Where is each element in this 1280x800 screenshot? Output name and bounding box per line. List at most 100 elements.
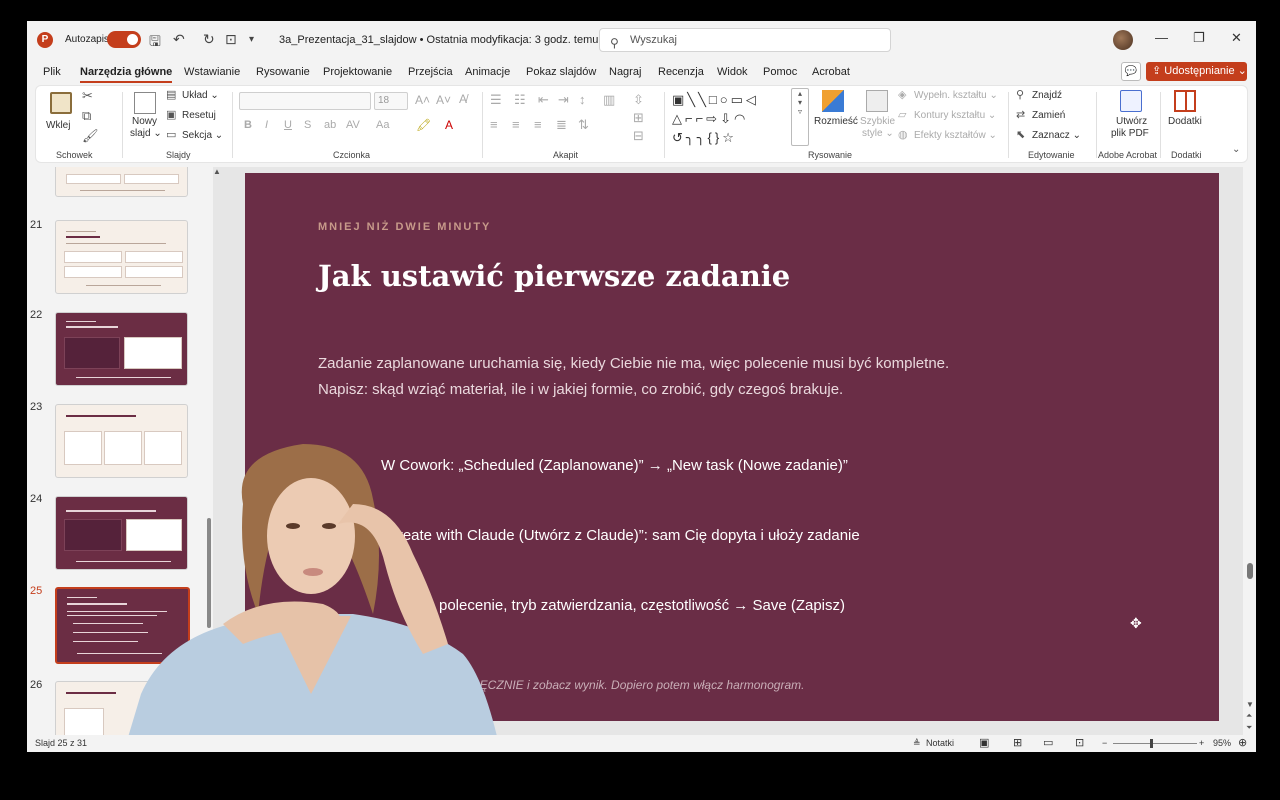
justify-icon[interactable]: ≣ — [556, 117, 567, 133]
font-size-dropdown[interactable]: 18 — [374, 92, 408, 110]
present-icon[interactable]: ⊡ — [225, 31, 237, 48]
align-center-icon[interactable]: ≡ — [512, 117, 520, 132]
char-spacing-icon[interactable]: AV — [346, 119, 360, 131]
new-slide-button[interactable]: Nowy — [132, 116, 157, 127]
tab-przejscia[interactable]: Przejścia — [408, 66, 453, 78]
find-button[interactable]: Znajdź — [1032, 90, 1062, 101]
font-name-dropdown[interactable] — [239, 92, 371, 110]
shadow-icon[interactable]: ab — [324, 119, 336, 131]
tab-narzedzia-glowne[interactable]: Narzędzia główne — [80, 66, 173, 83]
zoom-in-icon[interactable]: + — [1199, 738, 1204, 748]
convert-smartart-icon[interactable]: ⊟ — [633, 128, 644, 144]
close-icon[interactable]: ✕ — [1231, 30, 1242, 46]
underline-icon[interactable]: U — [284, 119, 292, 131]
zoom-slider-thumb[interactable] — [1150, 739, 1153, 748]
increase-font-icon[interactable]: A˄ — [415, 93, 430, 107]
scrollbar-thumb[interactable] — [1247, 563, 1253, 579]
zoom-out-icon[interactable]: − — [1102, 738, 1107, 748]
paste-button[interactable]: Wklej — [46, 120, 70, 131]
format-painter-icon[interactable]: 🖌 — [82, 128, 99, 144]
tab-widok[interactable]: Widok — [717, 66, 748, 78]
create-pdf-button-line2[interactable]: plik PDF — [1111, 128, 1149, 139]
shapes-more-button[interactable]: ▴ ▾ ▿ — [791, 88, 809, 146]
redo-icon[interactable]: ↻ — [203, 31, 215, 48]
slide-thumbnail-21[interactable] — [55, 220, 188, 294]
select-button[interactable]: Zaznacz ⌄ — [1032, 130, 1081, 141]
slide-vertical-scrollbar[interactable]: ▼ ⏶ ⏷ — [1244, 167, 1256, 737]
copy-icon[interactable]: ⧉ — [82, 108, 91, 124]
strikethrough-icon[interactable]: S — [304, 119, 311, 131]
tab-acrobat[interactable]: Acrobat — [812, 66, 850, 78]
smartart-icon[interactable]: ⊞ — [633, 110, 644, 126]
decrease-font-icon[interactable]: A˅ — [436, 93, 451, 107]
change-case-icon[interactable]: Aa — [376, 119, 389, 131]
shapes-gallery[interactable]: ▣╲╲□○▭◁ △⌐⌐⇨⇩◠ ↺╮╮{}☆ — [672, 90, 790, 146]
clear-formatting-icon[interactable]: A̸ — [459, 92, 467, 106]
bold-icon[interactable]: B — [244, 119, 252, 131]
zoom-level[interactable]: 95% — [1213, 738, 1231, 748]
align-right-icon[interactable]: ≡ — [534, 117, 542, 132]
prev-slide-icon[interactable]: ⏶ — [1246, 711, 1252, 721]
italic-icon[interactable]: I — [265, 119, 268, 131]
align-text-icon[interactable]: ⇳ — [633, 92, 644, 108]
create-pdf-icon[interactable] — [1120, 90, 1142, 112]
bullets-icon[interactable]: ☰ — [490, 92, 502, 108]
avatar[interactable] — [1113, 30, 1133, 50]
tab-plik[interactable]: Plik — [43, 66, 61, 78]
quick-styles-button[interactable]: Szybkie — [860, 116, 895, 127]
highlight-icon[interactable]: 🖍 — [416, 118, 431, 132]
notes-button[interactable]: Notatki — [926, 738, 954, 748]
tab-pokaz-slajdow[interactable]: Pokaz slajdów — [526, 66, 596, 78]
slide-sorter-icon[interactable]: ⊞ — [1013, 736, 1022, 749]
shape-fill-button[interactable]: Wypełn. kształtu ⌄ — [914, 90, 998, 101]
comments-button[interactable]: 💬 — [1121, 62, 1141, 81]
collapse-ribbon-icon[interactable]: ⌄ — [1232, 144, 1240, 155]
search-input[interactable]: ⚲ Wyszukaj — [599, 28, 891, 52]
columns-icon[interactable]: ▥ — [603, 92, 615, 108]
customize-toolbar-icon[interactable]: ▾ — [249, 34, 254, 45]
scroll-down-icon[interactable]: ▼ — [1246, 700, 1254, 709]
new-slide-dropdown[interactable]: slajd ⌄ — [130, 128, 162, 139]
autosave-toggle[interactable] — [107, 31, 141, 48]
increase-indent-icon[interactable]: ⇥ — [558, 92, 569, 108]
tab-pomoc[interactable]: Pomoc — [763, 66, 797, 78]
maximize-icon[interactable]: ❐ — [1193, 30, 1205, 46]
decrease-indent-icon[interactable]: ⇤ — [538, 92, 549, 108]
quick-styles-dropdown[interactable]: style ⌄ — [862, 128, 894, 139]
addins-icon[interactable] — [1174, 90, 1196, 112]
normal-view-icon[interactable]: ▣ — [979, 736, 989, 749]
minimize-icon[interactable]: — — [1155, 30, 1168, 45]
scroll-up-icon[interactable]: ▲ — [213, 167, 221, 176]
create-pdf-button[interactable]: Utwórz — [1116, 116, 1147, 127]
reading-view-icon[interactable]: ▭ — [1043, 736, 1053, 749]
tab-projektowanie[interactable]: Projektowanie — [323, 66, 392, 78]
undo-icon[interactable]: ↶ — [173, 31, 185, 48]
paste-icon[interactable] — [50, 92, 72, 114]
fit-to-window-icon[interactable]: ⊕ — [1238, 736, 1247, 749]
zoom-slider[interactable] — [1113, 743, 1197, 744]
slideshow-view-icon[interactable]: ⊡ — [1075, 736, 1084, 749]
align-left-icon[interactable]: ≡ — [490, 117, 498, 132]
tab-nagraj[interactable]: Nagraj — [609, 66, 641, 78]
cut-icon[interactable]: ✂ — [82, 88, 93, 104]
reset-button[interactable]: Resetuj — [182, 110, 216, 121]
share-button[interactable]: ⇪ Udostępnianie ⌄ — [1146, 62, 1247, 81]
numbering-icon[interactable]: ☷ — [514, 92, 526, 108]
font-color-icon[interactable]: A — [445, 118, 453, 132]
tab-rysowanie[interactable]: Rysowanie — [256, 66, 310, 78]
shape-outline-button[interactable]: Kontury kształtu ⌄ — [914, 110, 996, 121]
arrange-icon[interactable] — [822, 90, 844, 112]
save-icon[interactable]: 🖫 — [149, 31, 161, 55]
slide-thumbnail[interactable] — [55, 167, 188, 197]
layout-button[interactable]: Układ ⌄ — [182, 90, 219, 101]
addins-button[interactable]: Dodatki — [1168, 116, 1202, 127]
tab-recenzja[interactable]: Recenzja — [658, 66, 704, 78]
shape-effects-button[interactable]: Efekty kształtów ⌄ — [914, 130, 997, 141]
slide-thumbnail-22[interactable] — [55, 312, 188, 386]
quick-styles-icon[interactable] — [866, 90, 888, 112]
tab-animacje[interactable]: Animacje — [465, 66, 510, 78]
next-slide-icon[interactable]: ⏷ — [1246, 723, 1252, 733]
tab-wstawianie[interactable]: Wstawianie — [184, 66, 240, 78]
arrange-button[interactable]: Rozmieść — [814, 116, 858, 127]
document-title[interactable]: 3a_Prezentacja_31_slajdow • Ostatnia mod… — [279, 33, 611, 46]
